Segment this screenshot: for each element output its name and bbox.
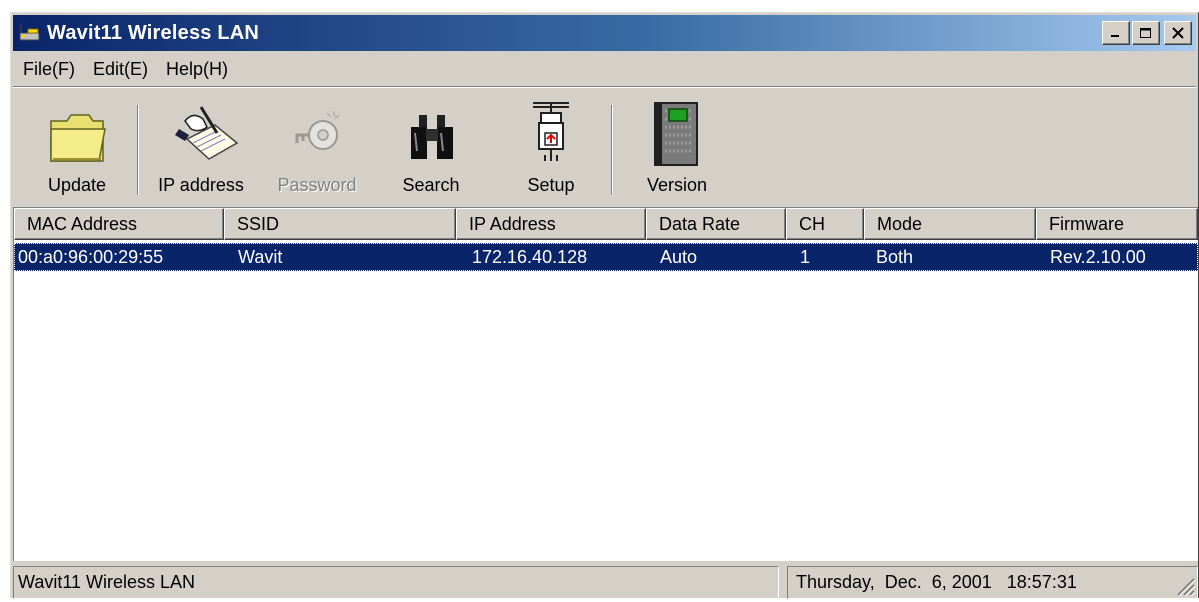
- minimize-button[interactable]: [1102, 21, 1130, 45]
- menu-help[interactable]: Help(H): [156, 59, 236, 80]
- column-header-ch[interactable]: CH: [786, 208, 864, 240]
- ip-address-button[interactable]: IP address: [149, 93, 253, 205]
- cell-ip: 172.16.40.128: [472, 247, 588, 267]
- toolbar-separator: [611, 105, 613, 195]
- status-text: Wavit11 Wireless LAN: [13, 566, 779, 599]
- version-label: Version: [646, 175, 708, 195]
- menu-file[interactable]: File(F): [13, 59, 83, 80]
- maximize-icon: [1140, 28, 1151, 38]
- update-button[interactable]: Update: [35, 93, 119, 205]
- search-button[interactable]: Search: [389, 93, 473, 205]
- column-header-firmware[interactable]: Firmware: [1036, 208, 1198, 240]
- password-button: Password: [269, 93, 365, 205]
- menu-edit[interactable]: Edit(E): [83, 59, 156, 80]
- search-label: Search: [402, 175, 460, 195]
- column-header-ssid[interactable]: SSID: [224, 208, 456, 240]
- key-icon: [277, 99, 357, 171]
- column-header-ip[interactable]: IP Address: [456, 208, 646, 240]
- resize-grip-icon[interactable]: [1174, 575, 1196, 597]
- ip-address-label: IP address: [158, 175, 244, 195]
- app-window: Wavit11 Wireless LAN File(F) Edit(E) Hel…: [10, 12, 1199, 599]
- wireless-lan-app-icon: [19, 24, 41, 42]
- cell-mac: 00:a0:96:00:29:55: [18, 247, 164, 267]
- toolbar-separator: [137, 105, 139, 195]
- maximize-button[interactable]: [1132, 21, 1160, 45]
- menu-divider: [13, 86, 1196, 88]
- folder-icon: [37, 99, 117, 171]
- notepad-hand-icon: [167, 99, 247, 171]
- cell-mode: Both: [876, 247, 914, 267]
- table-row[interactable]: 00:a0:96:00:29:55 Wavit 172.16.40.128 Au…: [14, 243, 1198, 271]
- list-header: MAC Address SSID IP Address Data Rate CH…: [14, 208, 1198, 240]
- status-datetime: Thursday, Dec. 6, 2001 18:57:31: [787, 566, 1198, 599]
- cell-ssid: Wavit: [238, 247, 283, 267]
- network-plug-icon: [511, 99, 591, 171]
- close-icon: [1172, 27, 1184, 39]
- cell-firmware: Rev.2.10.00: [1050, 247, 1146, 267]
- toolbar: Update IP address Password Search Setup …: [13, 89, 1196, 207]
- version-button[interactable]: Version: [635, 93, 719, 205]
- device-list[interactable]: MAC Address SSID IP Address Data Rate CH…: [13, 207, 1198, 561]
- minimize-icon: [1111, 35, 1119, 37]
- window-title: Wavit11 Wireless LAN: [47, 21, 260, 44]
- menu-bar: File(F) Edit(E) Help(H): [13, 54, 1196, 84]
- status-bar: Wavit11 Wireless LAN Thursday, Dec. 6, 2…: [13, 566, 1198, 599]
- book-icon: [637, 99, 717, 171]
- update-label: Update: [47, 175, 107, 195]
- title-bar[interactable]: Wavit11 Wireless LAN: [13, 15, 1196, 51]
- password-label: Password: [277, 175, 357, 195]
- setup-label: Setup: [527, 175, 575, 195]
- binoculars-icon: [391, 99, 471, 171]
- close-button[interactable]: [1164, 21, 1192, 45]
- column-header-mode[interactable]: Mode: [864, 208, 1036, 240]
- cell-ch: 1: [800, 247, 811, 267]
- column-header-mac[interactable]: MAC Address: [14, 208, 224, 240]
- setup-button[interactable]: Setup: [509, 93, 593, 205]
- column-header-data-rate[interactable]: Data Rate: [646, 208, 786, 240]
- cell-data-rate: Auto: [660, 247, 698, 267]
